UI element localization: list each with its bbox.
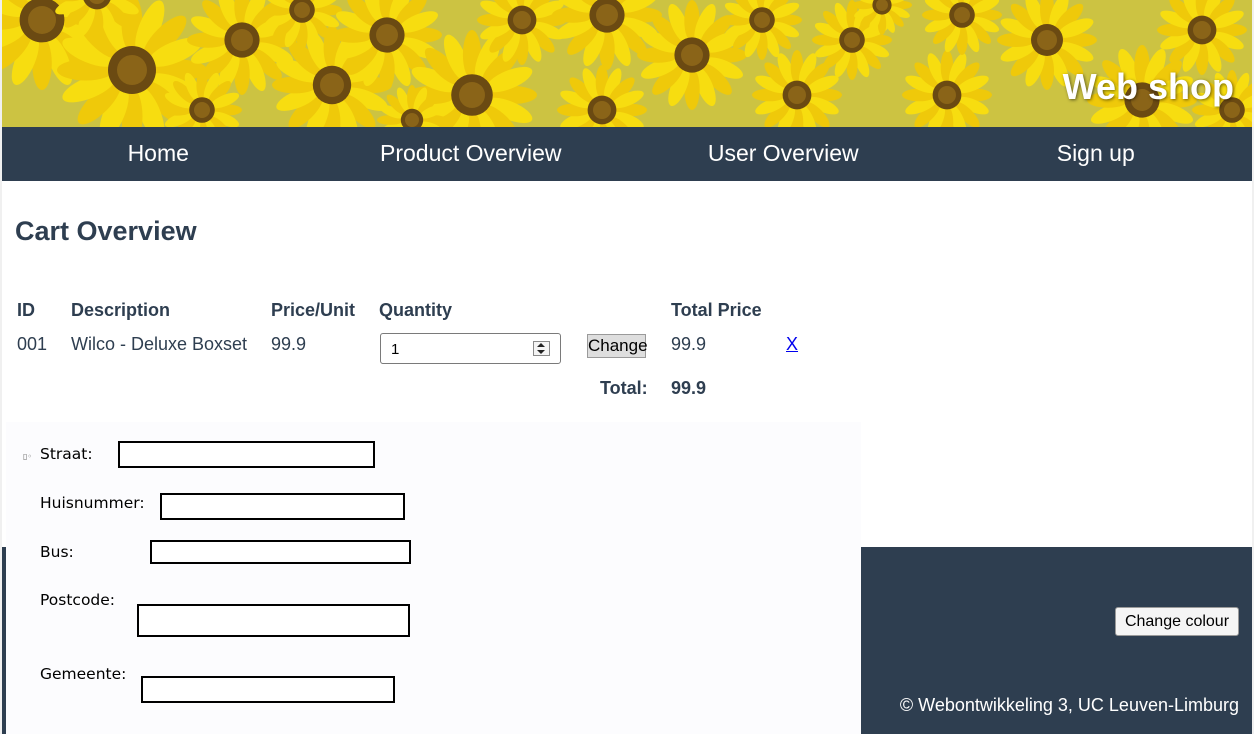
row-description: Wilco - Deluxe Boxset xyxy=(71,334,248,354)
header-id: ID xyxy=(17,300,35,320)
nav-home[interactable]: Home xyxy=(2,127,315,181)
change-colour-button[interactable]: Change colour xyxy=(1115,607,1239,636)
spinner-icon[interactable] xyxy=(533,341,550,356)
huisnummer-field[interactable] xyxy=(160,493,405,520)
page-title: Cart Overview xyxy=(15,216,197,246)
change-quantity-button[interactable]: Change xyxy=(587,334,648,358)
nav-sign-up[interactable]: Sign up xyxy=(940,127,1253,181)
broken-image-icon: ▯◦ xyxy=(23,452,33,461)
postcode-label: Postcode: xyxy=(40,591,116,609)
header-total-price: Total Price xyxy=(671,300,762,320)
header-price-unit: Price/Unit xyxy=(271,300,356,320)
gemeente-label: Gemeente: xyxy=(40,665,127,683)
spinner-down-icon[interactable] xyxy=(537,350,545,354)
site-title: Web shop xyxy=(1062,66,1234,107)
row-price-unit: 99.9 xyxy=(271,334,307,354)
footer-edge xyxy=(2,547,6,734)
header-banner: Web shop xyxy=(2,0,1252,127)
copyright-text: © Webontwikkeling 3, UC Leuven-Limburg xyxy=(899,695,1239,715)
quantity-stepper[interactable]: 1 xyxy=(380,333,561,364)
remove-item-link[interactable]: X xyxy=(786,334,798,355)
quantity-value: 1 xyxy=(391,341,400,358)
gemeente-field[interactable] xyxy=(141,676,395,703)
main-nav: Home Product Overview User Overview Sign… xyxy=(2,127,1252,181)
nav-user-overview[interactable]: User Overview xyxy=(627,127,940,181)
row-id: 001 xyxy=(17,334,48,354)
postcode-field[interactable] xyxy=(137,604,410,637)
row-total-price: 99.9 xyxy=(671,334,707,354)
spinner-up-icon[interactable] xyxy=(537,343,545,347)
straat-field[interactable] xyxy=(118,441,375,468)
header-quantity: Quantity xyxy=(379,300,453,320)
total-value: 99.9 xyxy=(671,378,707,398)
bus-label: Bus: xyxy=(40,543,74,561)
huisnummer-label: Huisnummer: xyxy=(40,494,145,512)
address-form xyxy=(6,422,861,734)
bus-field[interactable] xyxy=(150,540,411,564)
straat-label: Straat: xyxy=(40,445,93,463)
page: Web shop Home Product Overview User Over… xyxy=(2,0,1252,734)
nav-product-overview[interactable]: Product Overview xyxy=(315,127,628,181)
total-label: Total: xyxy=(600,378,648,398)
header-description: Description xyxy=(71,300,171,320)
